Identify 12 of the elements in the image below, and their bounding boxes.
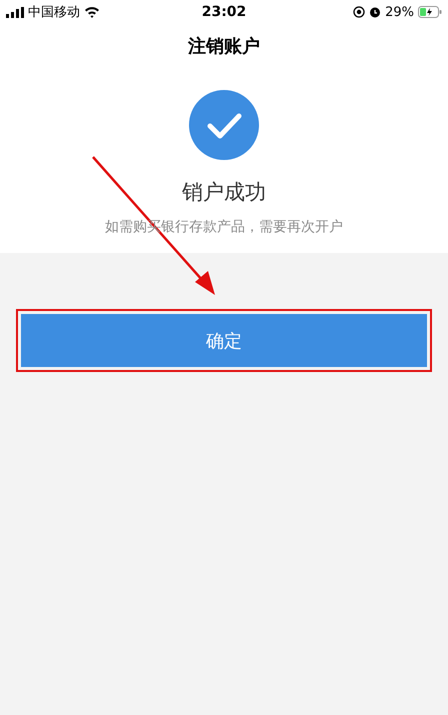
battery-percent: 29% xyxy=(385,4,414,20)
success-heading: 销户成功 xyxy=(182,179,266,206)
status-time: 23:02 xyxy=(202,4,246,20)
wifi-icon xyxy=(84,6,100,18)
signal-icon xyxy=(6,6,24,18)
page-title: 注销账户 xyxy=(186,35,261,58)
success-check-icon xyxy=(189,90,259,160)
alarm-icon xyxy=(369,6,382,18)
confirm-button[interactable]: 确定 xyxy=(21,314,427,367)
rotation-lock-icon xyxy=(353,6,366,18)
carrier-name: 中国移动 xyxy=(28,4,80,21)
battery-icon xyxy=(418,6,442,18)
